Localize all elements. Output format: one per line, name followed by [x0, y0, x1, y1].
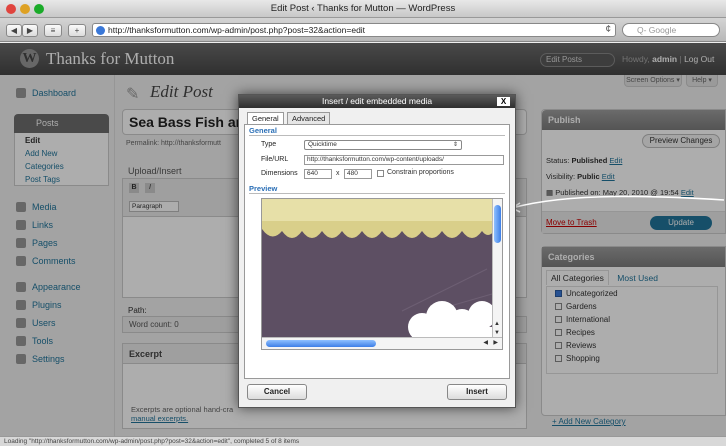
search-placeholder: Q- Google	[637, 25, 677, 35]
select-arrows-icon: ⇕	[452, 142, 458, 148]
general-panel: General Type Quicktime ⇕ File/URL http:/…	[244, 124, 510, 379]
tab-general[interactable]: General	[247, 112, 284, 124]
horizontal-scroll-thumb[interactable]	[266, 340, 376, 347]
preview-image	[262, 199, 496, 341]
tab-advanced[interactable]: Advanced	[287, 112, 331, 124]
scroll-left-icon[interactable]: ◀	[483, 339, 488, 346]
address-bar[interactable]: http://thanksformutton.com/wp-admin/post…	[92, 23, 616, 37]
cancel-button[interactable]: Cancel	[247, 384, 307, 400]
reload-icon[interactable]: ¢	[605, 24, 611, 35]
preview-vertical-scrollbar[interactable]: ▲ ▼	[492, 199, 502, 339]
site-favicon-icon	[96, 26, 105, 35]
dimensions-separator: x	[336, 170, 340, 177]
add-bookmark-button[interactable]: +	[68, 24, 86, 37]
back-button[interactable]: ◀	[6, 24, 22, 37]
preview-horizontal-scrollbar[interactable]: ◀ ▶	[262, 337, 502, 349]
browser-status-bar: Loading "http://thanksformutton.com/wp-a…	[0, 436, 726, 446]
dialog-titlebar: Insert / edit embedded media X	[239, 95, 515, 108]
preview-section-title: Preview	[249, 184, 278, 193]
vertical-scroll-thumb[interactable]	[494, 205, 501, 243]
bookmarks-button[interactable]: ≡	[44, 24, 62, 37]
browser-toolbar: ◀ ▶ ≡ + http://thanksformutton.com/wp-ad…	[0, 18, 726, 42]
insert-button[interactable]: Insert	[447, 384, 507, 400]
section-divider	[249, 135, 505, 136]
search-input[interactable]: Q- Google	[622, 23, 720, 37]
forward-button[interactable]: ▶	[22, 24, 38, 37]
type-label: Type	[261, 141, 277, 148]
section-divider	[249, 193, 505, 194]
type-select-value: Quicktime	[308, 141, 337, 148]
embed-media-dialog: Insert / edit embedded media X General A…	[238, 94, 516, 408]
media-preview[interactable]: ▲ ▼ ◀ ▶	[261, 198, 503, 350]
close-icon[interactable]: X	[497, 97, 510, 106]
address-bar-url: http://thanksformutton.com/wp-admin/post…	[108, 25, 366, 35]
constrain-proportions-label: Constrain proportions	[387, 169, 454, 176]
width-input[interactable]: 640	[304, 169, 332, 179]
type-select[interactable]: Quicktime ⇕	[304, 140, 462, 150]
scroll-up-icon[interactable]: ▲	[494, 321, 500, 327]
window-titlebar: Edit Post ‹ Thanks for Mutton — WordPres…	[0, 0, 726, 18]
window-title: Edit Post ‹ Thanks for Mutton — WordPres…	[270, 3, 456, 14]
scroll-down-icon[interactable]: ▼	[494, 330, 500, 336]
file-url-input[interactable]: http://thanksformutton.com/wp-content/up…	[304, 155, 504, 165]
dimensions-label: Dimensions	[261, 170, 298, 177]
callout-arrow	[511, 195, 725, 213]
file-url-label: File/URL	[261, 156, 289, 163]
height-input[interactable]: 480	[344, 169, 372, 179]
scroll-right-icon[interactable]: ▶	[493, 339, 498, 346]
dialog-title: Insert / edit embedded media	[321, 96, 433, 106]
constrain-proportions-checkbox[interactable]	[377, 170, 384, 177]
general-section-title: General	[249, 126, 277, 135]
